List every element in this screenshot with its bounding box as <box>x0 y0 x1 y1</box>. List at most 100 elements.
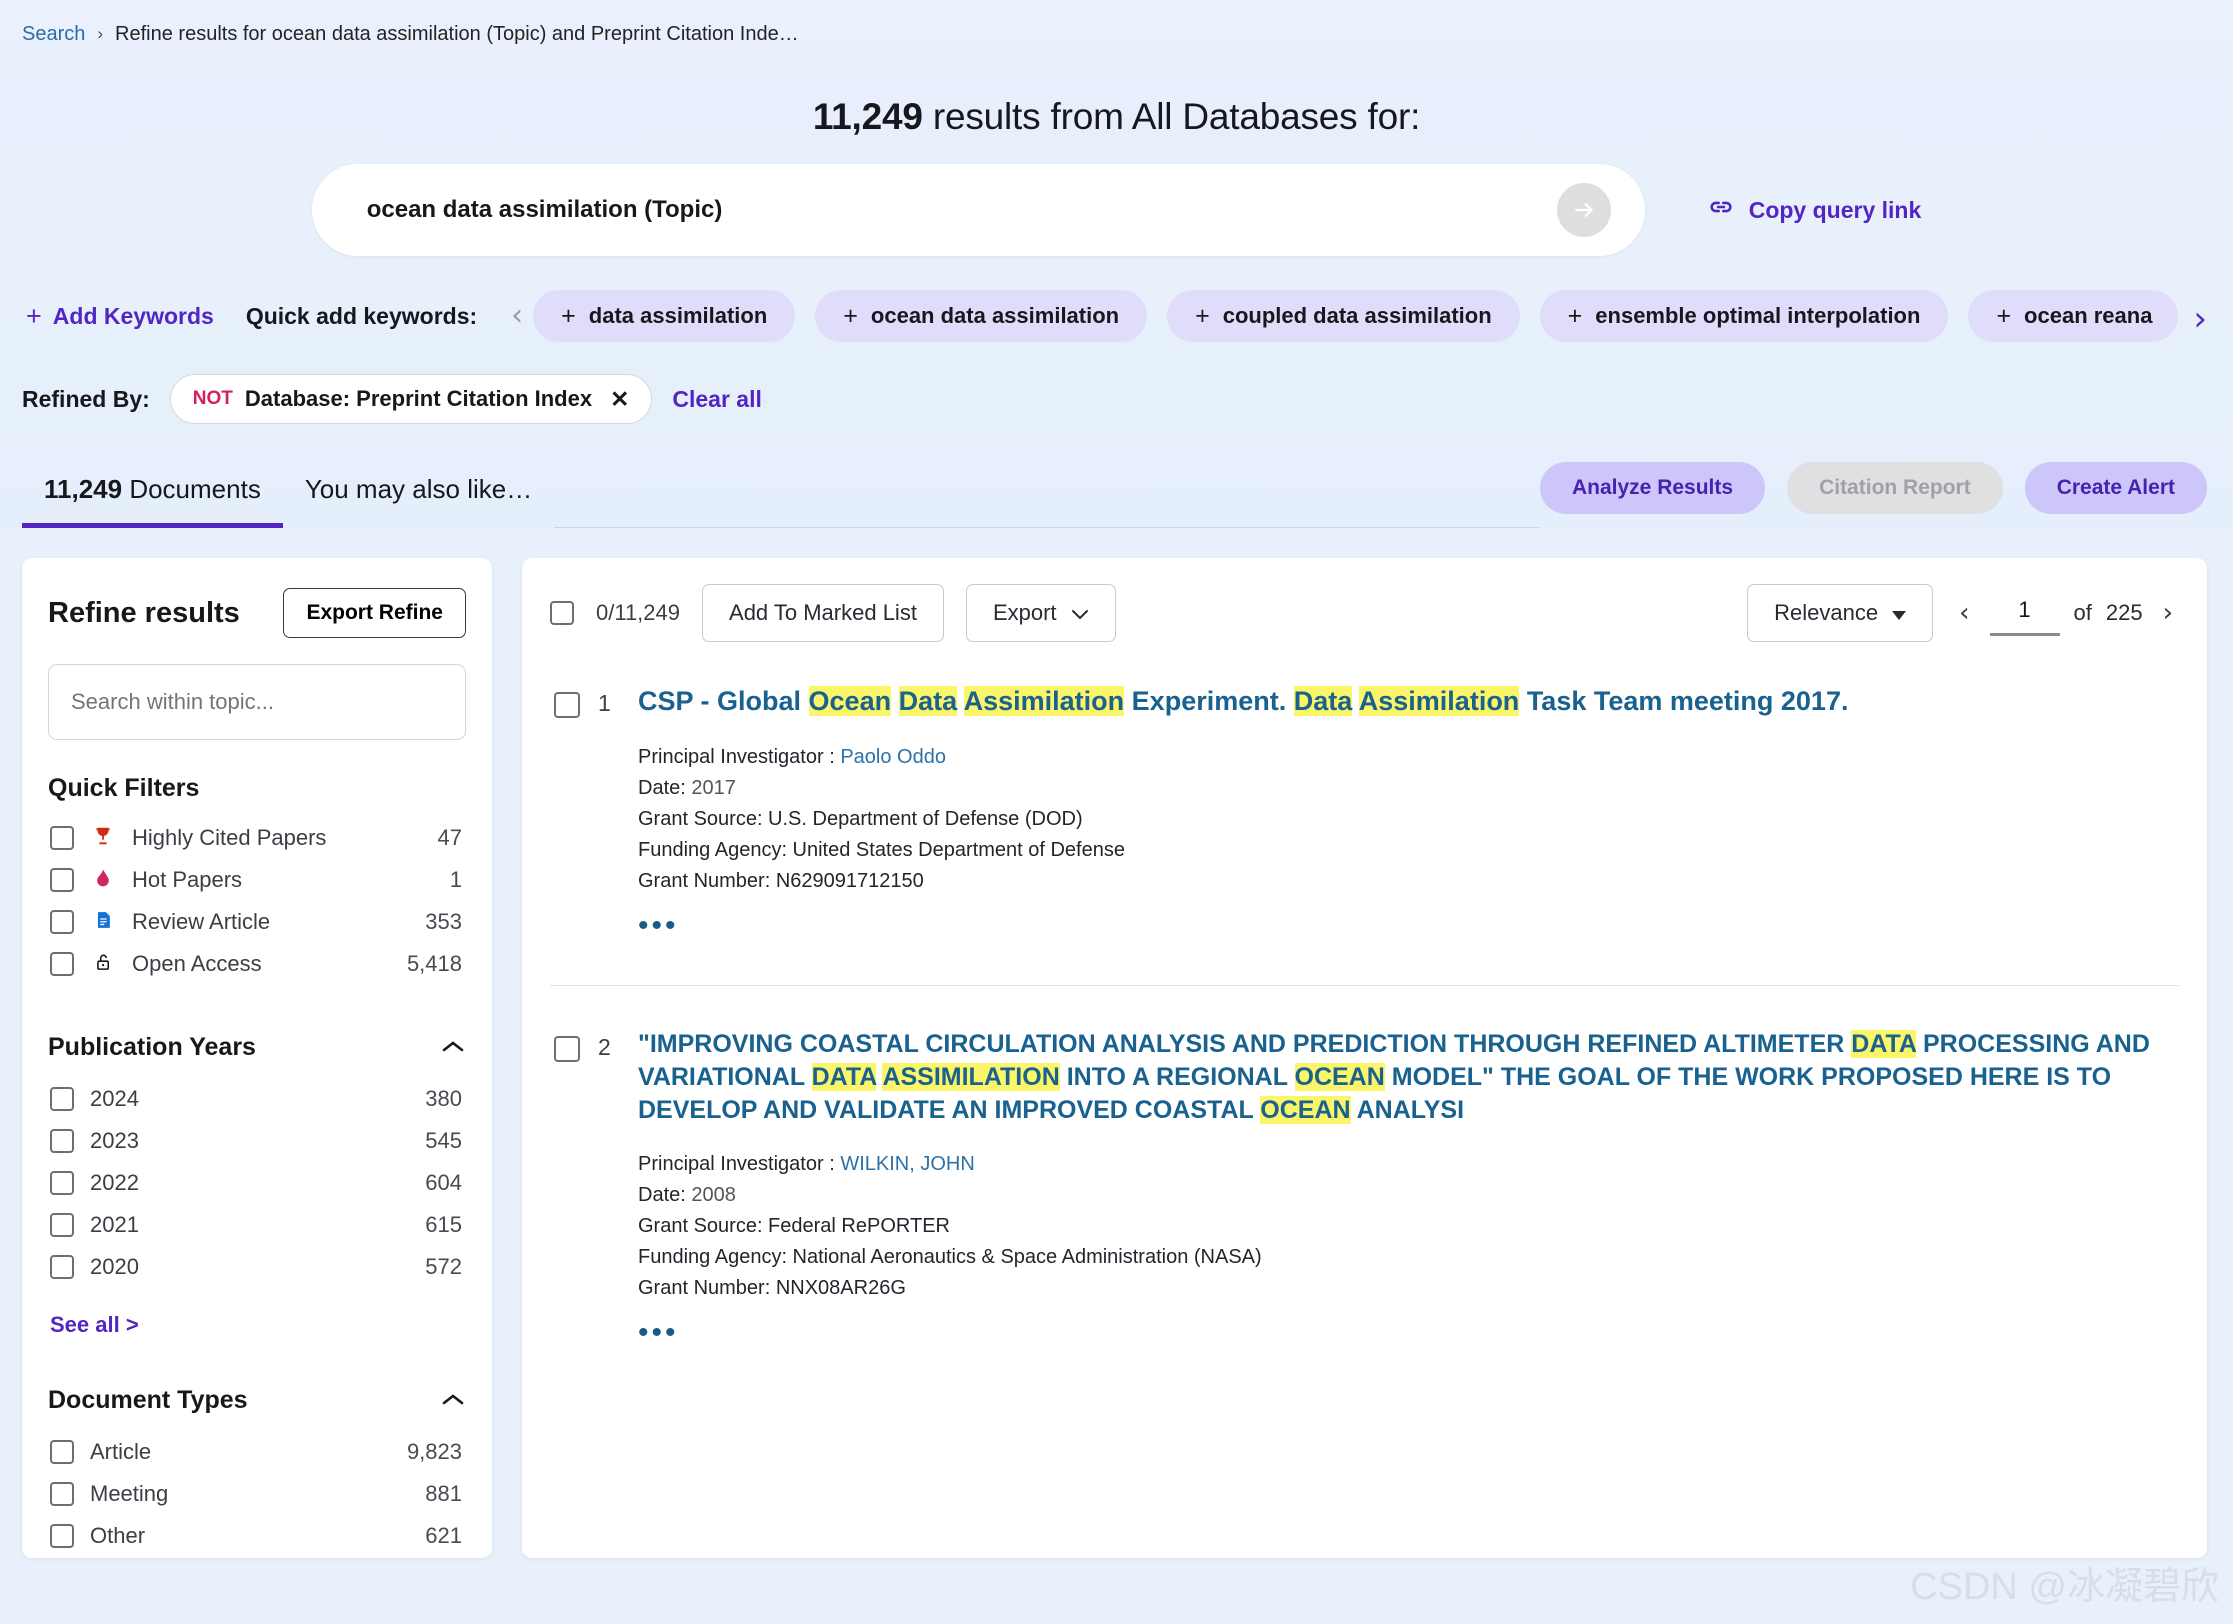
pagination-prev-icon[interactable]: ‹ <box>1953 598 1975 628</box>
checkbox[interactable] <box>50 868 74 892</box>
publication-year-label: 2024 <box>90 1086 139 1111</box>
search-query-text[interactable]: ocean data assimilation (Topic) <box>367 196 1557 224</box>
record-checkbox[interactable] <box>554 692 580 718</box>
quick-filter-open-access[interactable]: Open Access 5,418 <box>48 943 466 985</box>
keyword-chip-label: coupled data assimilation <box>1222 303 1492 328</box>
record-checkbox[interactable] <box>554 1035 580 1062</box>
quick-filter-highly-cited-papers[interactable]: Highly Cited Papers 47 <box>48 817 466 859</box>
more-horizontal-icon[interactable]: ••• <box>638 1317 2179 1348</box>
export-refine-button[interactable]: Export Refine <box>283 588 466 638</box>
chevron-up-icon[interactable] <box>440 1035 466 1061</box>
publication-year-item[interactable]: 2023 545 <box>48 1120 466 1162</box>
results-panel: 0/11,249 Add To Marked List Export Relev… <box>522 558 2207 1558</box>
breadcrumb-separator: › <box>97 24 104 43</box>
quick-filter-count: 353 <box>425 909 462 934</box>
clear-all-button[interactable]: Clear all <box>672 386 762 413</box>
publication-year-item[interactable]: 2021 615 <box>48 1204 466 1246</box>
trophy-icon <box>90 825 116 851</box>
search-box[interactable]: ocean data assimilation (Topic) <box>311 164 1645 256</box>
record-title[interactable]: "IMPROVING COASTAL CIRCULATION ANALYSIS … <box>638 1028 2179 1127</box>
publication-year-count: 604 <box>425 1170 462 1195</box>
pi-link[interactable]: WILKIN, JOHN <box>840 1153 974 1175</box>
publication-years-header[interactable]: Publication Years <box>48 1033 466 1062</box>
chevron-up-icon[interactable] <box>440 1388 466 1414</box>
publication-year-item[interactable]: 2022 604 <box>48 1162 466 1204</box>
chevron-left-icon[interactable]: ‹ <box>501 301 533 331</box>
quick-filter-review-article[interactable]: Review Article 353 <box>48 901 466 943</box>
more-horizontal-icon[interactable]: ••• <box>638 910 2179 941</box>
document-type-item[interactable]: Meeting 881 <box>48 1473 466 1515</box>
publication-year-item[interactable]: 2024 380 <box>48 1078 466 1120</box>
page-number-input[interactable] <box>1989 590 2060 636</box>
checkbox[interactable] <box>50 1171 74 1195</box>
document-type-item[interactable]: Other 621 <box>48 1515 466 1557</box>
keyword-chip[interactable]: + data assimilation <box>533 290 796 342</box>
hero-section: 11,249 results from All Databases for: o… <box>0 68 2233 534</box>
tab-you-may-also-like[interactable]: You may also like… <box>283 474 554 528</box>
record-funding-agency: Funding Agency: National Aeronautics & S… <box>638 1245 1262 1268</box>
record-date: Date: 2017 <box>638 773 2179 804</box>
document-type-count: 9,823 <box>406 1439 462 1464</box>
checkbox[interactable] <box>50 1524 74 1548</box>
checkbox[interactable] <box>50 1255 74 1279</box>
checkbox[interactable] <box>50 1482 74 1506</box>
plus-icon: + <box>1567 301 1583 330</box>
copy-query-link-label: Copy query link <box>1748 196 1922 223</box>
tab-documents[interactable]: 11,249 Documents <box>22 474 283 528</box>
quick-filter-count: 5,418 <box>406 951 462 976</box>
checkbox[interactable] <box>50 1213 74 1237</box>
keyword-chip[interactable]: + ocean data assimilation <box>815 290 1148 342</box>
add-to-marked-list-button[interactable]: Add To Marked List <box>702 584 944 642</box>
publication-year-label: 2020 <box>90 1254 139 1279</box>
add-keywords-button[interactable]: + Add Keywords <box>26 300 214 331</box>
quick-filter-label: Review Article <box>132 909 271 934</box>
sort-dropdown[interactable]: Relevance <box>1747 584 1934 642</box>
search-within-topic-input[interactable] <box>48 664 466 740</box>
chevron-right-icon[interactable]: › <box>2183 302 2217 336</box>
checkbox[interactable] <box>50 952 74 976</box>
arrow-right-icon[interactable] <box>1556 183 1611 237</box>
keyword-chip[interactable]: + coupled data assimilation <box>1167 290 1520 342</box>
search-row: ocean data assimilation (Topic) Copy que… <box>0 164 2233 256</box>
tab-documents-count: 11,249 <box>44 474 123 504</box>
create-alert-button[interactable]: Create Alert <box>2024 462 2207 514</box>
record-metadata: Principal Investigator : Paolo Oddo Date… <box>638 742 2179 897</box>
breadcrumb-search-link[interactable]: Search <box>22 23 85 46</box>
plus-icon: + <box>26 300 42 331</box>
checkbox[interactable] <box>50 826 74 850</box>
publication-year-label: 2023 <box>90 1128 139 1153</box>
pagination-next-icon[interactable]: › <box>2157 598 2179 628</box>
document-type-count: 621 <box>425 1523 462 1548</box>
breadcrumb: Search › Refine results for ocean data a… <box>0 0 2233 68</box>
select-all-checkbox[interactable] <box>550 601 574 625</box>
document-type-item[interactable]: Article 9,823 <box>48 1431 466 1473</box>
unlock-icon <box>90 951 116 977</box>
refinement-chip-label: Database: Preprint Citation Index <box>244 386 593 411</box>
citation-report-button[interactable]: Citation Report <box>1787 462 2003 514</box>
close-icon[interactable]: ✕ <box>610 386 629 413</box>
checkbox[interactable] <box>50 910 74 934</box>
publication-year-count: 545 <box>425 1128 462 1153</box>
quick-filter-hot-papers[interactable]: Hot Papers 1 <box>48 859 466 901</box>
date-label: Date: <box>638 1183 692 1206</box>
refinement-chip-database[interactable]: NOT Database: Preprint Citation Index ✕ <box>169 374 653 424</box>
quick-filter-label: Open Access <box>132 951 262 976</box>
keyword-chip[interactable]: + ocean reana <box>1968 290 2179 342</box>
document-types-header[interactable]: Document Types <box>48 1386 466 1415</box>
checkbox[interactable] <box>50 1087 74 1111</box>
keyword-chip[interactable]: + ensemble optimal interpolation <box>1539 290 1949 342</box>
date-value: 2008 <box>691 1183 736 1206</box>
record-title[interactable]: CSP - Global Ocean Data Assimilation Exp… <box>638 684 2179 720</box>
see-all-publication-years-link[interactable]: See all > <box>50 1312 466 1338</box>
copy-query-link-button[interactable]: Copy query link <box>1707 193 1922 227</box>
export-button[interactable]: Export <box>965 584 1116 642</box>
selected-count: 0/11,249 <box>596 600 681 625</box>
record-grant-source: Grant Source: U.S. Department of Defense… <box>638 807 1083 830</box>
result-record: 2 "IMPROVING COASTAL CIRCULATION ANALYSI… <box>550 986 2179 1348</box>
pi-link[interactable]: Paolo Oddo <box>840 746 946 768</box>
checkbox[interactable] <box>50 1129 74 1153</box>
pagination: ‹ of 225 › <box>1953 590 2179 636</box>
analyze-results-button[interactable]: Analyze Results <box>1540 462 1766 514</box>
publication-year-item[interactable]: 2020 572 <box>48 1246 466 1288</box>
checkbox[interactable] <box>50 1440 74 1464</box>
